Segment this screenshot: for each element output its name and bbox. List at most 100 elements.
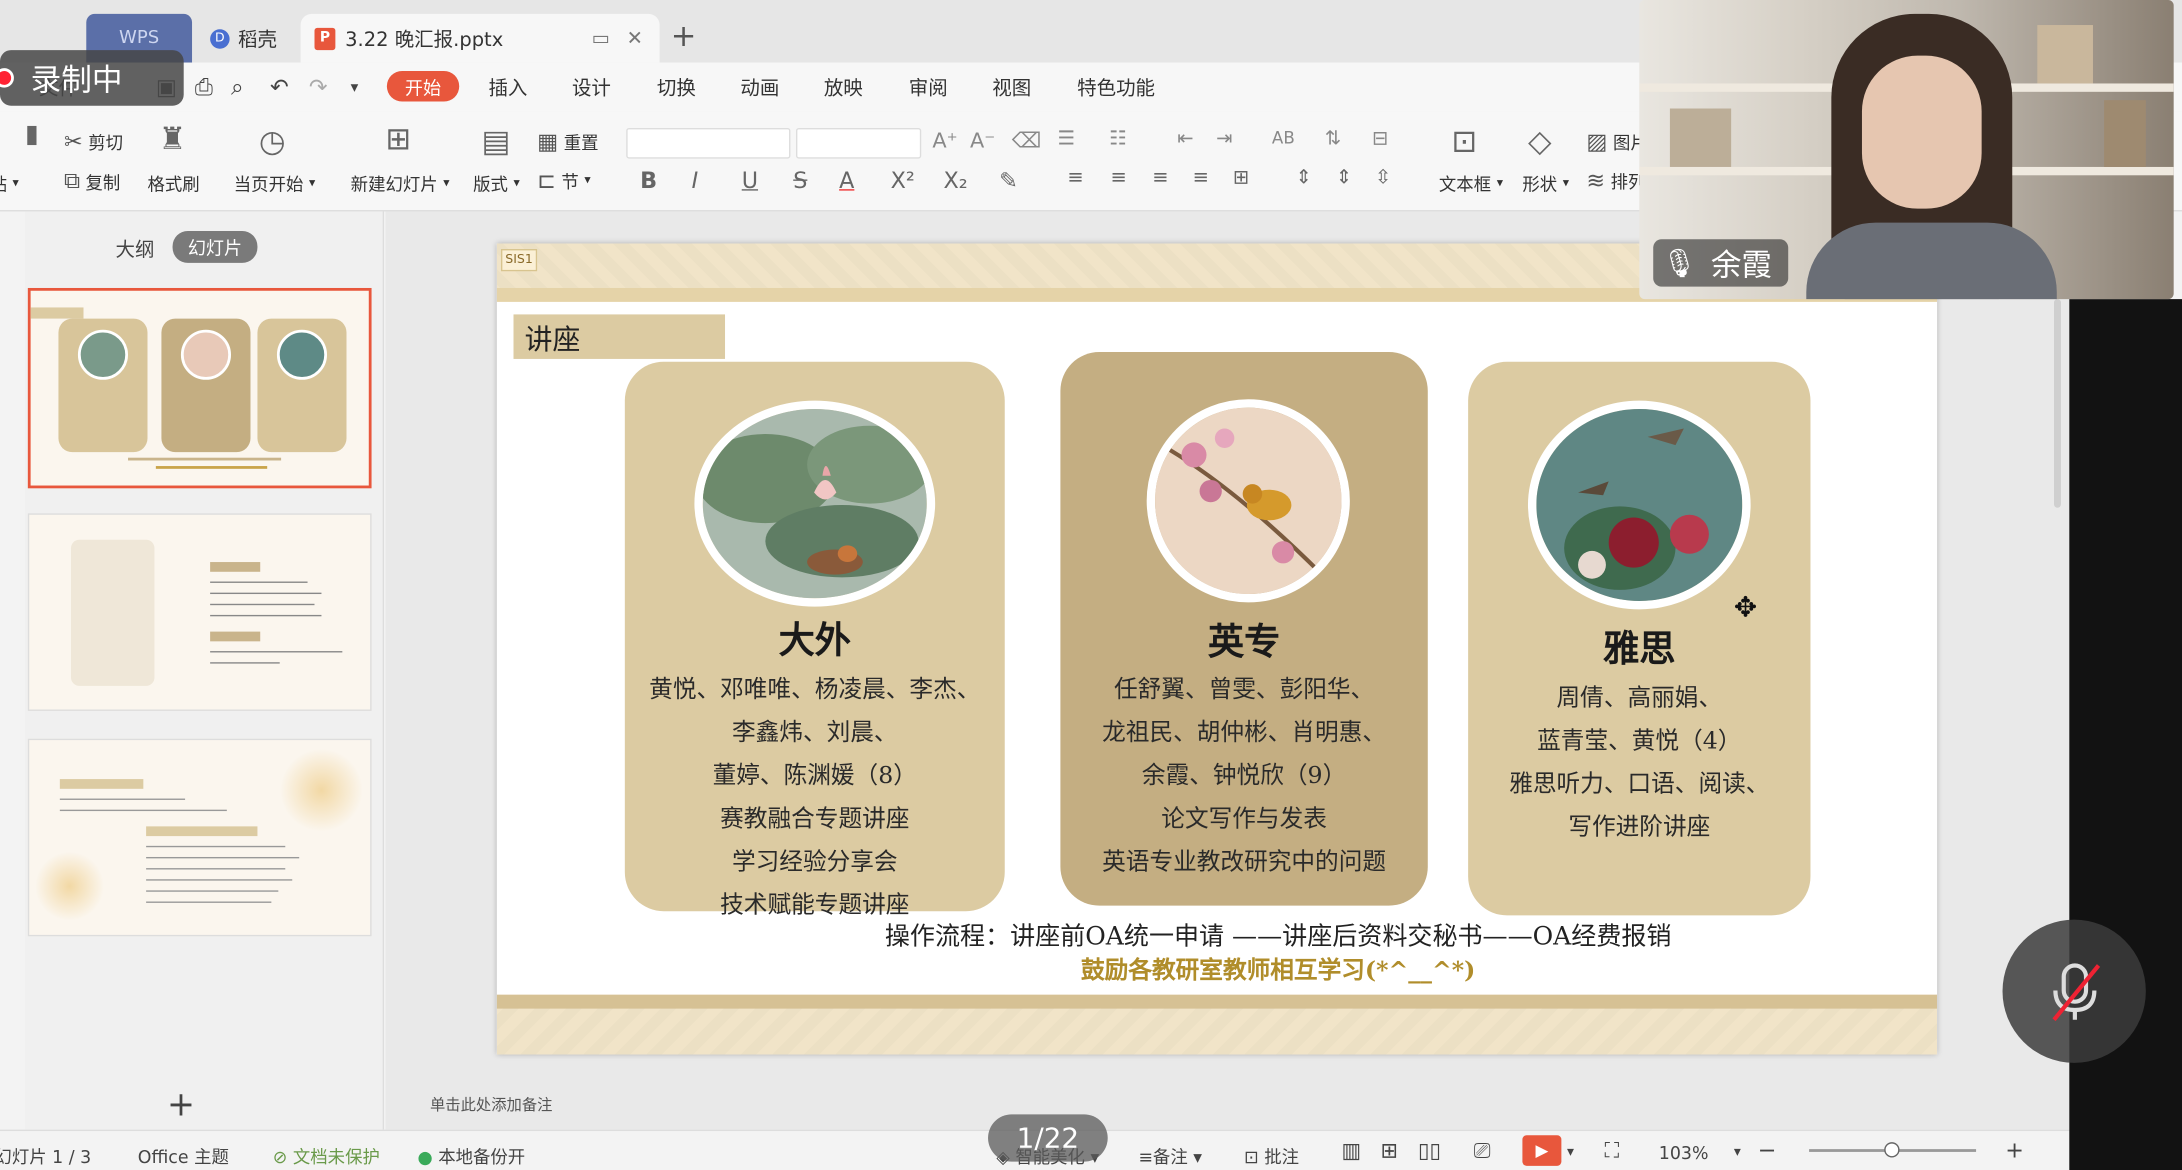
- subscript-icon[interactable]: X₂: [944, 167, 968, 193]
- align-text-icon[interactable]: ⊟: [1372, 128, 1388, 150]
- menu-animation[interactable]: 动画: [740, 74, 779, 102]
- section-button[interactable]: ⊏ 节 ▾: [537, 167, 591, 193]
- slide-thumbnail-3[interactable]: [27, 738, 372, 937]
- lecture-card-yingzhuan[interactable]: 英专 任舒翼、曾雯、彭阳华、 龙祖民、胡仲彬、肖明惠、 余霞、钟悦欣（9） 论文…: [1060, 351, 1428, 906]
- sort-icon[interactable]: ⇅: [1325, 128, 1341, 150]
- new-slide-button[interactable]: 新建幻灯片 ▾: [351, 170, 450, 196]
- menu-insert[interactable]: 插入: [488, 74, 527, 102]
- play-options-icon[interactable]: ▾: [1567, 1145, 1574, 1160]
- print-preview-icon[interactable]: ⌕: [231, 74, 243, 102]
- microphone-icon: 🎙: [1661, 246, 1697, 280]
- increase-indent-icon[interactable]: ⇥: [1216, 128, 1232, 150]
- arrange-button[interactable]: ≋ 排列: [1586, 167, 1645, 193]
- clear-format-icon[interactable]: ⌫: [1012, 128, 1042, 153]
- italic-icon[interactable]: I: [692, 167, 699, 193]
- zoom-in-icon[interactable]: +: [2005, 1137, 2024, 1163]
- spacing-more-icon[interactable]: ⇳: [1375, 167, 1391, 189]
- print-icon[interactable]: ⎙: [195, 74, 213, 102]
- bold-icon[interactable]: B: [640, 167, 657, 193]
- slide-tag-badge: SIS1: [500, 249, 538, 272]
- presenter-view-icon[interactable]: ⎚: [1474, 1138, 1491, 1163]
- thumb-lily-decoration: [279, 748, 364, 832]
- menu-start[interactable]: 开始: [386, 70, 460, 102]
- undo-icon[interactable]: ↶: [270, 74, 289, 100]
- menu-design[interactable]: 设计: [572, 74, 611, 102]
- menu-review[interactable]: 审阅: [909, 74, 948, 102]
- decrease-indent-icon[interactable]: ⇤: [1177, 128, 1193, 150]
- slide-thumbnail-2[interactable]: [27, 513, 372, 711]
- add-slide-button[interactable]: +: [167, 1085, 195, 1124]
- zoom-slider-handle[interactable]: [1884, 1142, 1900, 1158]
- mute-microphone-button[interactable]: [2002, 919, 2146, 1063]
- tab-document[interactable]: P 3.22 晚汇报.pptx ▭ ✕: [300, 13, 660, 63]
- align-left-icon[interactable]: ≡: [1067, 167, 1083, 189]
- font-family-select[interactable]: [626, 127, 791, 159]
- font-color-icon[interactable]: A: [839, 167, 854, 193]
- reading-view-icon[interactable]: ▯▯: [1418, 1138, 1441, 1163]
- protect-status[interactable]: ⊘ 文档未保护: [273, 1142, 380, 1168]
- font-size-select[interactable]: [795, 127, 922, 159]
- sorter-view-icon[interactable]: ⊞: [1380, 1138, 1398, 1163]
- decrease-font-icon[interactable]: A⁻: [970, 128, 995, 153]
- tab-daoke[interactable]: D 稻壳: [199, 14, 299, 63]
- copy-button[interactable]: ⧉ 复制: [64, 167, 120, 195]
- numbering-icon[interactable]: ☷: [1109, 128, 1126, 150]
- highlight-icon[interactable]: ✎: [999, 167, 1018, 193]
- distribute-icon[interactable]: ⊞: [1233, 167, 1249, 189]
- fit-window-icon[interactable]: ⛶: [1605, 1138, 1620, 1163]
- current-slide[interactable]: SIS1 讲座 大外 黄悦、邓唯唯、杨凌晨、李杰、 李鑫炜、刘晨、 董婷、陈渊媛…: [496, 243, 1938, 1055]
- card-line: 论文写作与发表: [1161, 805, 1327, 834]
- bullets-icon[interactable]: ☰: [1058, 128, 1075, 150]
- strikethrough-icon[interactable]: S: [793, 167, 807, 193]
- new-slide-icon: ⊞: [385, 122, 412, 158]
- slide-thumbnail-1[interactable]: [27, 287, 372, 489]
- superscript-icon[interactable]: X²: [891, 167, 915, 193]
- zoom-dropdown-icon[interactable]: ▾: [1734, 1145, 1741, 1160]
- notes-toggle-button[interactable]: ≡备注 ▾: [1138, 1142, 1202, 1168]
- card-line: 技术赋能专题讲座: [720, 891, 910, 920]
- speaker-video[interactable]: 🎙 余霞: [1639, 0, 2174, 300]
- backup-status[interactable]: ● 本地备份开: [417, 1142, 525, 1168]
- cut-button[interactable]: ✂ 剪切: [64, 128, 123, 154]
- text-direction-icon[interactable]: AB: [1272, 128, 1295, 147]
- tab-slides[interactable]: 幻灯片: [172, 230, 258, 263]
- justify-icon[interactable]: ≡: [1193, 167, 1209, 189]
- layout-button[interactable]: 版式 ▾: [473, 170, 520, 196]
- line-spacing-icon[interactable]: ⇕: [1296, 167, 1312, 189]
- picture-icon: ▨: [1586, 127, 1608, 155]
- menu-features[interactable]: 特色功能: [1077, 74, 1155, 102]
- text-box-button[interactable]: 文本框 ▾: [1439, 170, 1503, 196]
- underline-icon[interactable]: U: [742, 167, 758, 193]
- menu-transition[interactable]: 切换: [657, 74, 696, 102]
- notes-placeholder[interactable]: 单击此处添加备注: [430, 1093, 552, 1115]
- card-line: 英语专业教改研究中的问题: [1102, 848, 1387, 877]
- new-tab-button[interactable]: +: [671, 19, 697, 54]
- menu-slideshow[interactable]: 放映: [824, 74, 863, 102]
- shape-button[interactable]: 形状 ▾: [1522, 170, 1569, 196]
- lecture-card-yasi[interactable]: 雅思 周倩、高丽娟、 蓝青莹、黄悦（4） 雅思听力、口语、阅读、 写作进阶讲座: [1468, 361, 1811, 916]
- format-painter-icon: ♜: [158, 122, 187, 158]
- menu-view[interactable]: 视图: [992, 74, 1031, 102]
- lecture-card-dawai[interactable]: 大外 黄悦、邓唯唯、杨凌晨、李杰、 李鑫炜、刘晨、 董婷、陈渊媛（8） 赛教融合…: [624, 361, 1005, 920]
- zoom-level[interactable]: 103%: [1659, 1142, 1709, 1163]
- close-tab-icon[interactable]: ✕: [627, 27, 643, 49]
- tab-outline[interactable]: 大纲: [116, 235, 155, 263]
- pin-window-icon[interactable]: ▭: [591, 27, 609, 49]
- format-painter-button[interactable]: 格式刷: [148, 170, 200, 196]
- align-center-icon[interactable]: ≡: [1110, 167, 1126, 189]
- increase-font-icon[interactable]: A⁺: [932, 128, 957, 153]
- paragraph-spacing-icon[interactable]: ⇕: [1336, 167, 1352, 189]
- play-slideshow-button[interactable]: ▶: [1522, 1135, 1562, 1166]
- paste-button[interactable]: 粘贴▾: [0, 170, 19, 196]
- section-icon: ⊏: [537, 166, 556, 194]
- quick-access-more-icon[interactable]: ▾: [351, 78, 359, 96]
- play-from-current-button[interactable]: 当页开始 ▾: [234, 170, 315, 196]
- slide-heading[interactable]: 讲座: [513, 314, 726, 359]
- reset-button[interactable]: ▦ 重置: [537, 128, 598, 154]
- align-right-icon[interactable]: ≡: [1152, 167, 1168, 189]
- zoom-out-icon[interactable]: −: [1758, 1137, 1777, 1163]
- normal-view-icon[interactable]: ▥: [1342, 1138, 1362, 1163]
- comments-button[interactable]: ⊡ 批注: [1244, 1142, 1299, 1168]
- microphone-muted-icon: [2051, 962, 2100, 1021]
- redo-icon[interactable]: ↷: [309, 74, 328, 100]
